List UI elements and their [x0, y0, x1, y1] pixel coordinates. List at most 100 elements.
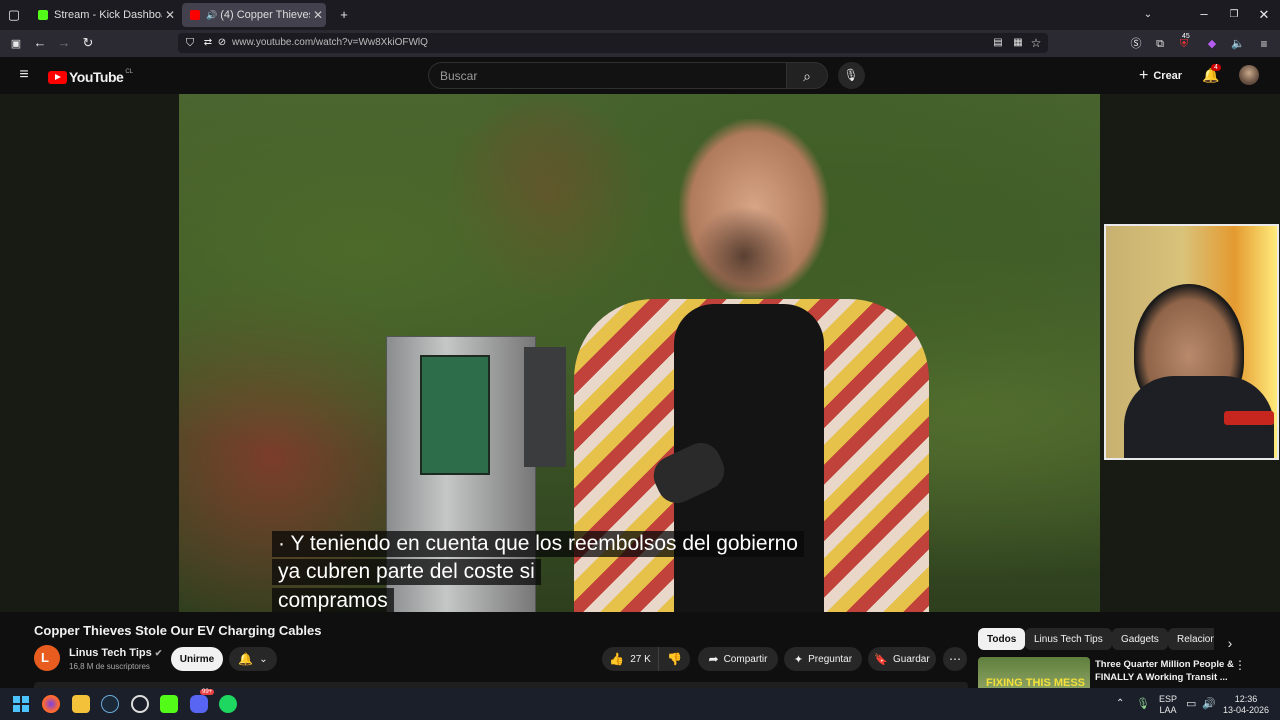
- like-count: 27 K: [630, 653, 651, 665]
- network-icon[interactable]: ▭: [1186, 697, 1196, 710]
- chevron-down-icon[interactable]: ⌄: [1140, 8, 1156, 22]
- thumbs-up-icon: 👍: [609, 652, 625, 666]
- clock[interactable]: 12:36 13-04-2026: [1218, 694, 1274, 716]
- channel-name[interactable]: Linus Tech Tips ✔: [69, 647, 162, 659]
- tracking-icon[interactable]: ⊘: [214, 36, 230, 50]
- extension-badge: 45: [1182, 33, 1190, 40]
- mic-tray-icon[interactable]: 🎙: [1136, 697, 1150, 710]
- kick-icon[interactable]: [160, 695, 178, 713]
- tab-list-icon[interactable]: ▢: [6, 8, 22, 22]
- maximize-icon[interactable]: ❐: [1226, 8, 1242, 22]
- chip-todos[interactable]: Todos: [978, 628, 1026, 650]
- reader-icon[interactable]: ▦: [1010, 36, 1026, 50]
- subscriber-count: 16,8 M de suscriptores: [69, 662, 150, 671]
- voice-search-button[interactable]: 🎙: [838, 62, 865, 89]
- more-actions-button[interactable]: ⋯: [943, 647, 967, 671]
- chip-label: Relacion: [1177, 633, 1214, 645]
- presenter-beard: [689, 202, 799, 292]
- microphone-arm: [1224, 411, 1274, 425]
- search-icon: ⌕: [803, 68, 811, 84]
- clock-time: 12:36: [1234, 694, 1258, 704]
- search-input[interactable]: Buscar: [428, 62, 786, 89]
- recommended-title-line-2: FINALLY A Working Transit ...: [1095, 672, 1228, 683]
- file-explorer-icon[interactable]: [72, 695, 90, 713]
- chip-label: Gadgets: [1121, 633, 1159, 645]
- recommended-title[interactable]: Three Quarter Million People & FINALLY A…: [1095, 658, 1234, 684]
- search-button[interactable]: ⌕: [786, 62, 828, 89]
- chip-linus-tech-tips[interactable]: Linus Tech Tips: [1025, 628, 1112, 650]
- back-icon[interactable]: ←: [32, 36, 48, 50]
- firefox-icon[interactable]: [42, 695, 60, 713]
- more-horizontal-icon: ⋯: [949, 652, 961, 666]
- create-label: Crear: [1153, 70, 1183, 82]
- more-vertical-icon[interactable]: ⋮: [1232, 658, 1248, 672]
- reload-icon[interactable]: ↻: [80, 36, 96, 50]
- volume-icon[interactable]: 🔈: [1230, 37, 1246, 51]
- join-button[interactable]: Unirme: [171, 647, 223, 671]
- windows-start-icon[interactable]: [13, 696, 29, 712]
- ask-label: Preguntar: [808, 653, 853, 665]
- language-indicator[interactable]: ESP LAA: [1156, 694, 1180, 716]
- discord-icon[interactable]: 99+: [190, 689, 215, 713]
- ask-button[interactable]: ✦ Preguntar: [784, 647, 862, 671]
- close-tab-icon[interactable]: ✕: [310, 8, 326, 22]
- create-button[interactable]: + Crear: [1139, 67, 1182, 85]
- tray-expand-icon[interactable]: ⌃: [1116, 698, 1124, 709]
- sidebar-toggle-icon[interactable]: ▣: [8, 37, 24, 51]
- pip-icon[interactable]: ▤: [990, 36, 1006, 50]
- video-player[interactable]: · Y teniendo en cuenta que los reembolso…: [179, 94, 1100, 612]
- thumbnail-text: FIXING THIS MESS: [986, 677, 1086, 688]
- new-tab-icon[interactable]: +: [336, 8, 352, 22]
- chevron-right-icon[interactable]: ›: [1222, 636, 1238, 650]
- forward-icon[interactable]: →: [56, 36, 72, 50]
- circuit-board: [420, 355, 490, 475]
- subtitle-line-2: ya cubren parte del coste si: [272, 559, 541, 585]
- channel-name-text: Linus Tech Tips: [69, 647, 152, 659]
- subscribe-notifications-button[interactable]: 🔔 ⌄: [229, 647, 277, 671]
- notifications-button[interactable]: 🔔 4: [1202, 64, 1221, 84]
- hamburger-menu-icon[interactable]: ≡: [16, 67, 32, 83]
- bookmark-star-icon[interactable]: ☆: [1028, 36, 1044, 50]
- channel-avatar[interactable]: L: [34, 645, 60, 671]
- close-window-icon[interactable]: ✕: [1256, 8, 1272, 22]
- close-tab-icon[interactable]: ✕: [162, 8, 178, 22]
- video-title: Copper Thieves Stole Our EV Charging Cab…: [34, 623, 322, 638]
- save-button[interactable]: 🔖 Guardar: [868, 647, 936, 671]
- thumbs-down-icon: 👎: [667, 652, 682, 666]
- sparkle-icon: ✦: [793, 653, 804, 666]
- tab-youtube-video[interactable]: 🔊 (4) Copper Thieves Stole O ✕: [182, 3, 326, 27]
- shield-icon[interactable]: ⛉: [182, 36, 198, 50]
- tab-kick-dashboard[interactable]: Stream - Kick Dashboard ✕: [30, 3, 178, 27]
- subtitle-line-3: compramos: [272, 588, 394, 612]
- account-avatar[interactable]: [1239, 65, 1259, 85]
- recommended-title-line-1: Three Quarter Million People &: [1095, 659, 1234, 670]
- obs-icon[interactable]: [131, 695, 149, 713]
- extension-twitch-icon[interactable]: ◆: [1204, 37, 1220, 51]
- minimize-icon[interactable]: –: [1196, 7, 1212, 21]
- chip-gadgets[interactable]: Gadgets: [1112, 628, 1168, 650]
- chip-relacionado[interactable]: Relacion: [1168, 628, 1214, 650]
- notification-count: 4: [1211, 64, 1221, 71]
- tab-title: Stream - Kick Dashboard: [54, 9, 162, 21]
- bookmark-icon: 🔖: [874, 653, 888, 666]
- recommended-thumbnail[interactable]: FIXING THIS MESS: [978, 657, 1090, 688]
- extension-s-icon[interactable]: Ⓢ: [1128, 37, 1144, 51]
- share-label: Compartir: [723, 653, 768, 665]
- extensions-puzzle-icon[interactable]: ⧉: [1152, 37, 1168, 51]
- youtube-logo[interactable]: YouTube CL: [48, 69, 133, 85]
- url-text: www.youtube.com/watch?v=Ww8XkiOFWlQ: [232, 37, 428, 48]
- webcam-overlay[interactable]: [1104, 224, 1279, 460]
- spotify-icon[interactable]: [219, 695, 237, 713]
- like-button[interactable]: 👍 27 K: [602, 647, 658, 671]
- url-bar[interactable]: ⛉ ⇄ ⊘ www.youtube.com/watch?v=Ww8XkiOFWl…: [178, 33, 1048, 53]
- kick-favicon-icon: [38, 10, 48, 20]
- verified-icon: ✔: [154, 648, 163, 658]
- dislike-button[interactable]: 👎: [658, 647, 690, 671]
- volume-tray-icon[interactable]: 🔊: [1202, 697, 1216, 710]
- menu-icon[interactable]: ≡: [1256, 37, 1272, 51]
- clock-date: 13-04-2026: [1222, 705, 1270, 715]
- share-button[interactable]: ➦ Compartir: [698, 647, 778, 671]
- speaker-icon[interactable]: 🔊: [206, 10, 217, 21]
- steam-icon[interactable]: [101, 695, 119, 713]
- chip-label: Todos: [987, 633, 1017, 645]
